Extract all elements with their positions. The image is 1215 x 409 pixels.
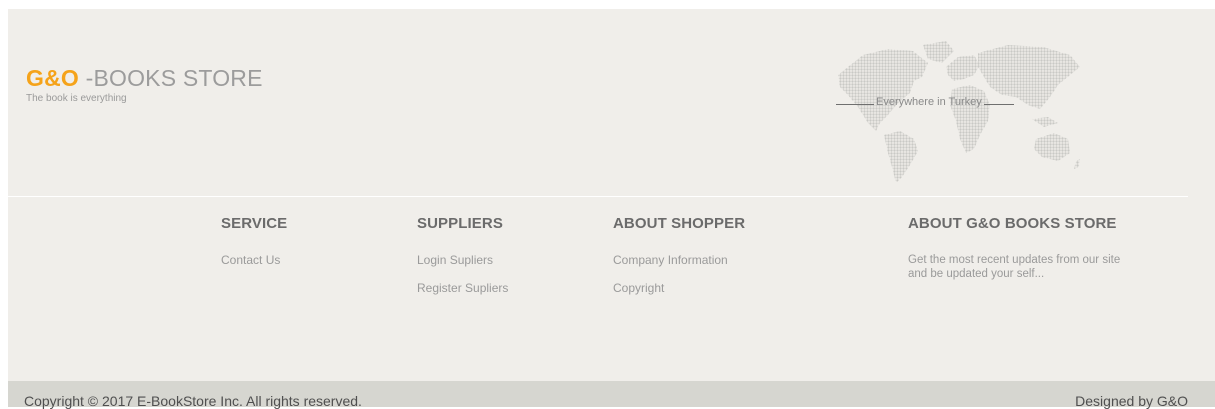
brand-logo[interactable]: G&O -BOOKS STORE The book is everything [26, 64, 263, 104]
caption-line-right [983, 104, 1014, 105]
footer-column-suppliers: SUPPLIERS Login Supliers Register Suplie… [417, 215, 508, 309]
footer-column-about-shopper: ABOUT SHOPPER Company Information Copyri… [613, 215, 745, 309]
about-store-text: Get the most recent updates from our sit… [908, 254, 1121, 280]
world-map-icon [838, 41, 1080, 183]
brand-title: G&O -BOOKS STORE [26, 64, 263, 92]
map-caption: Everywhere in Turkey [834, 96, 1016, 108]
brand-name: -BOOKS STORE [79, 65, 263, 91]
contact-us-link[interactable]: Contact Us [221, 253, 287, 267]
column-title: SUPPLIERS [417, 215, 503, 232]
column-title: ABOUT G&O BOOKS STORE [908, 215, 1117, 232]
site-footer: G&O -BOOKS STORE The book is everything [8, 9, 1215, 407]
brand-tagline: The book is everything [26, 93, 127, 104]
footer-column-about-store: ABOUT G&O BOOKS STORE Get the most recen… [908, 215, 1138, 281]
copyright-bar: Copyright © 2017 E-BookStore Inc. All ri… [8, 381, 1215, 409]
column-title: ABOUT SHOPPER [613, 215, 746, 232]
footer-divider [8, 196, 1188, 197]
footer-column-service: SERVICE Contact Us [221, 215, 287, 281]
copyright-link[interactable]: Copyright [613, 281, 745, 295]
map-caption-text: Everywhere in Turkey [876, 96, 982, 108]
company-information-link[interactable]: Company Information [613, 253, 745, 267]
login-suppliers-link[interactable]: Login Supliers [417, 253, 508, 267]
brand-accent: G&O [26, 65, 79, 91]
column-title: SERVICE [221, 215, 288, 232]
caption-line-left [836, 104, 874, 105]
register-suppliers-link[interactable]: Register Supliers [417, 281, 508, 295]
